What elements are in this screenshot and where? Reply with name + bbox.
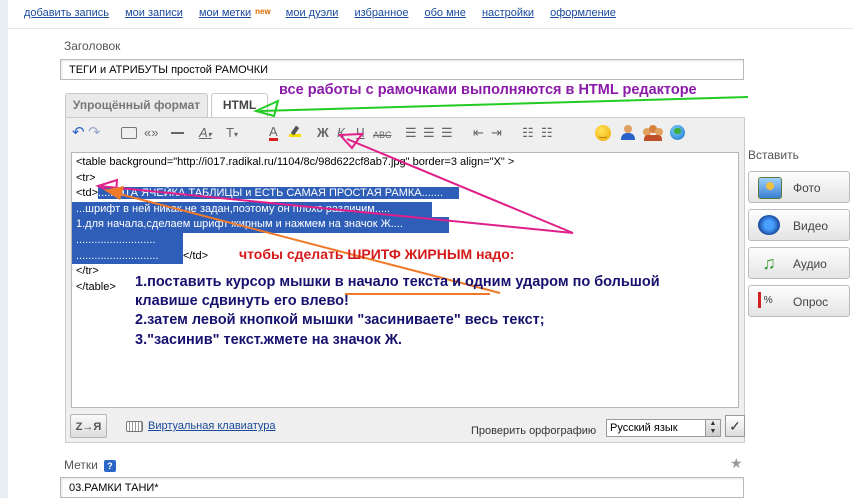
step-3: 3."засинив" текст.жмете на значок Ж. xyxy=(135,331,402,348)
green-arrow-line xyxy=(259,96,749,112)
orange-arrowhead xyxy=(104,186,124,200)
red-note: чтобы сделать ШРИТФ ЖИРНЫМ надо: xyxy=(239,246,515,262)
step-1-cont: клавише сдвинуть его влево! xyxy=(135,293,349,310)
green-arrowhead xyxy=(253,99,280,118)
magenta-arrow-line-1 xyxy=(346,138,574,234)
magenta-arrow-line-2 xyxy=(98,185,574,234)
instruction-steps: 1.поставить курсор мышки в начало текста… xyxy=(135,273,660,350)
green-note: все работы с рамочками выполняются в HTM… xyxy=(279,82,697,98)
step-1: 1.поставить курсор мышки в начало текста… xyxy=(135,274,660,290)
step-2: 2.затем левой кнопкой мышки "засиниваете… xyxy=(135,312,545,329)
